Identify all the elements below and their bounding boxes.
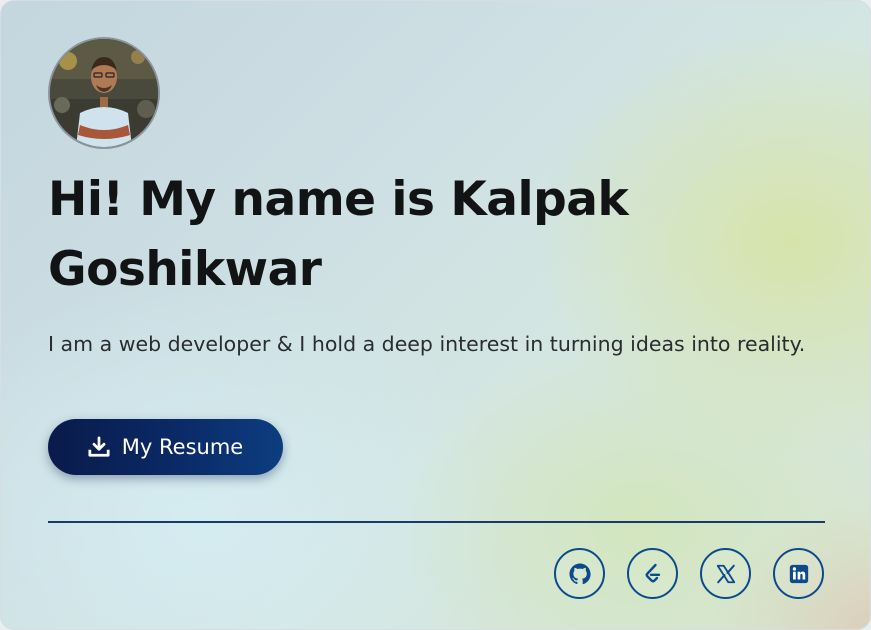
tagline: I am a web developer & I hold a deep int… bbox=[48, 332, 806, 356]
github-link[interactable] bbox=[554, 548, 605, 599]
headline-line-1: Hi! My name is Kalpak bbox=[48, 172, 629, 227]
headline-line-2: Goshikwar bbox=[48, 242, 322, 297]
profile-card: Hi! My name is Kalpak Goshikwar I am a w… bbox=[0, 0, 871, 630]
leetcode-link[interactable] bbox=[627, 548, 678, 599]
profile-photo-icon bbox=[50, 39, 158, 147]
my-resume-label: My Resume bbox=[121, 435, 244, 459]
my-resume-button[interactable]: My Resume bbox=[48, 419, 283, 475]
x-link[interactable] bbox=[700, 548, 751, 599]
x-icon bbox=[716, 564, 735, 583]
linkedin-link[interactable] bbox=[773, 548, 824, 599]
divider bbox=[48, 521, 825, 523]
page-title: Hi! My name is Kalpak Goshikwar bbox=[48, 165, 748, 305]
leetcode-icon bbox=[645, 563, 660, 582]
download-icon bbox=[88, 436, 110, 457]
github-icon bbox=[569, 563, 591, 584]
linkedin-icon bbox=[789, 564, 808, 583]
social-links bbox=[554, 548, 824, 599]
avatar bbox=[48, 37, 160, 149]
